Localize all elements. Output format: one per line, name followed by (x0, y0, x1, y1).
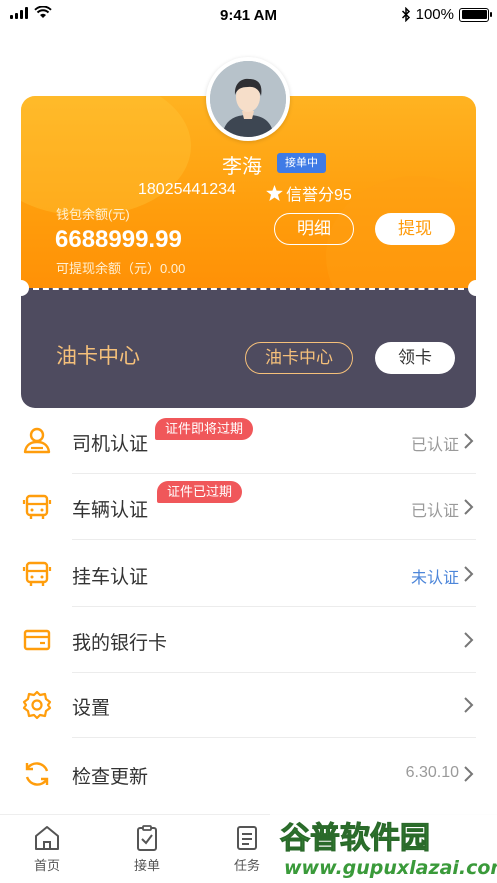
menu-item-settings[interactable]: 设置 (0, 672, 497, 738)
tab-orders[interactable]: 接单 (117, 825, 177, 874)
tab-home[interactable]: 首页 (17, 825, 77, 874)
menu-item-driver-auth[interactable]: 司机认证 证件即将过期 已认证 (0, 408, 497, 474)
truck-icon (22, 494, 52, 519)
home-icon (35, 826, 59, 850)
cert-expired-tag: 证件已过期 (157, 481, 243, 503)
tab-label: 首页 (33, 858, 60, 873)
refresh-icon (25, 762, 49, 786)
menu-item-value: 已认证 (410, 437, 459, 454)
chevron-right-icon (464, 499, 474, 515)
menu-item-label: 司机认证 (72, 434, 149, 455)
status-badge: 接单中 (277, 153, 326, 173)
phone-number: 18025441234 (138, 181, 236, 198)
chevron-right-icon (464, 632, 474, 648)
oil-card-center-button[interactable]: 油卡中心 (245, 342, 353, 374)
gear-icon (22, 690, 52, 720)
clipboard-icon (137, 825, 157, 851)
menu-item-label: 检查更新 (72, 767, 149, 788)
battery-icon (459, 7, 492, 22)
menu-item-value: 未认证 (410, 570, 459, 587)
bluetooth-icon (401, 7, 410, 22)
withdraw-button[interactable]: 提现 (375, 213, 455, 245)
status-right: 100% (401, 6, 492, 23)
detail-button[interactable]: 明细 (274, 213, 354, 245)
chevron-right-icon (464, 697, 474, 713)
avatar-person-icon (210, 61, 286, 137)
menu-item-label: 挂车认证 (72, 567, 149, 588)
menu-item-label: 设置 (72, 698, 111, 719)
card-dashed-divider (33, 288, 464, 290)
star-icon (266, 185, 283, 201)
menu-item-label: 我的银行卡 (72, 633, 168, 654)
oil-card-title: 油卡中心 (56, 345, 140, 368)
tab-label: 任务 (233, 858, 260, 873)
chevron-right-icon (464, 766, 474, 782)
chevron-right-icon (464, 433, 474, 449)
cert-expiring-tag: 证件即将过期 (155, 418, 254, 440)
credit-score: 信誉分95 (266, 181, 352, 205)
menu-item-trailer-auth[interactable]: 挂车认证 未认证 (0, 541, 497, 607)
wallet-balance: 6688999.99 (55, 226, 182, 253)
svg-text:谷普软件园: 谷普软件园 (280, 821, 430, 856)
version-number: 6.30.10 (405, 764, 459, 781)
menu-item-label: 车辆认证 (72, 500, 149, 521)
chevron-right-icon (464, 566, 474, 582)
list-icon (237, 826, 257, 850)
tab-tasks[interactable]: 任务 (217, 825, 277, 874)
withdrawable-balance: 可提现余额（元）0.00 (56, 261, 186, 276)
trailer-icon (22, 561, 52, 586)
menu-item-bank-card[interactable]: 我的银行卡 (0, 607, 497, 673)
driver-icon (23, 427, 51, 454)
menu-item-check-update[interactable]: 检查更新 6.30.10 (0, 741, 497, 807)
menu-item-vehicle-auth[interactable]: 车辆认证 证件已过期 已认证 (0, 474, 497, 540)
svg-text:www.gupuxlazai.com: www.gupuxlazai.com (284, 857, 497, 879)
get-card-button[interactable]: 领卡 (375, 342, 455, 374)
credit-score-text: 信誉分95 (286, 187, 352, 204)
watermark-logo: 谷普软件园 www.gupuxlazai.com (270, 812, 497, 883)
wallet-balance-label: 钱包余额(元) (56, 207, 130, 222)
status-bar: 9:41 AM 100% (0, 0, 497, 34)
avatar[interactable] (206, 57, 290, 141)
menu-item-value: 已认证 (410, 503, 459, 520)
battery-percent: 100% (415, 6, 454, 23)
bank-card-icon (23, 629, 51, 651)
tab-label: 接单 (133, 858, 160, 873)
user-name: 李海 (222, 156, 262, 178)
